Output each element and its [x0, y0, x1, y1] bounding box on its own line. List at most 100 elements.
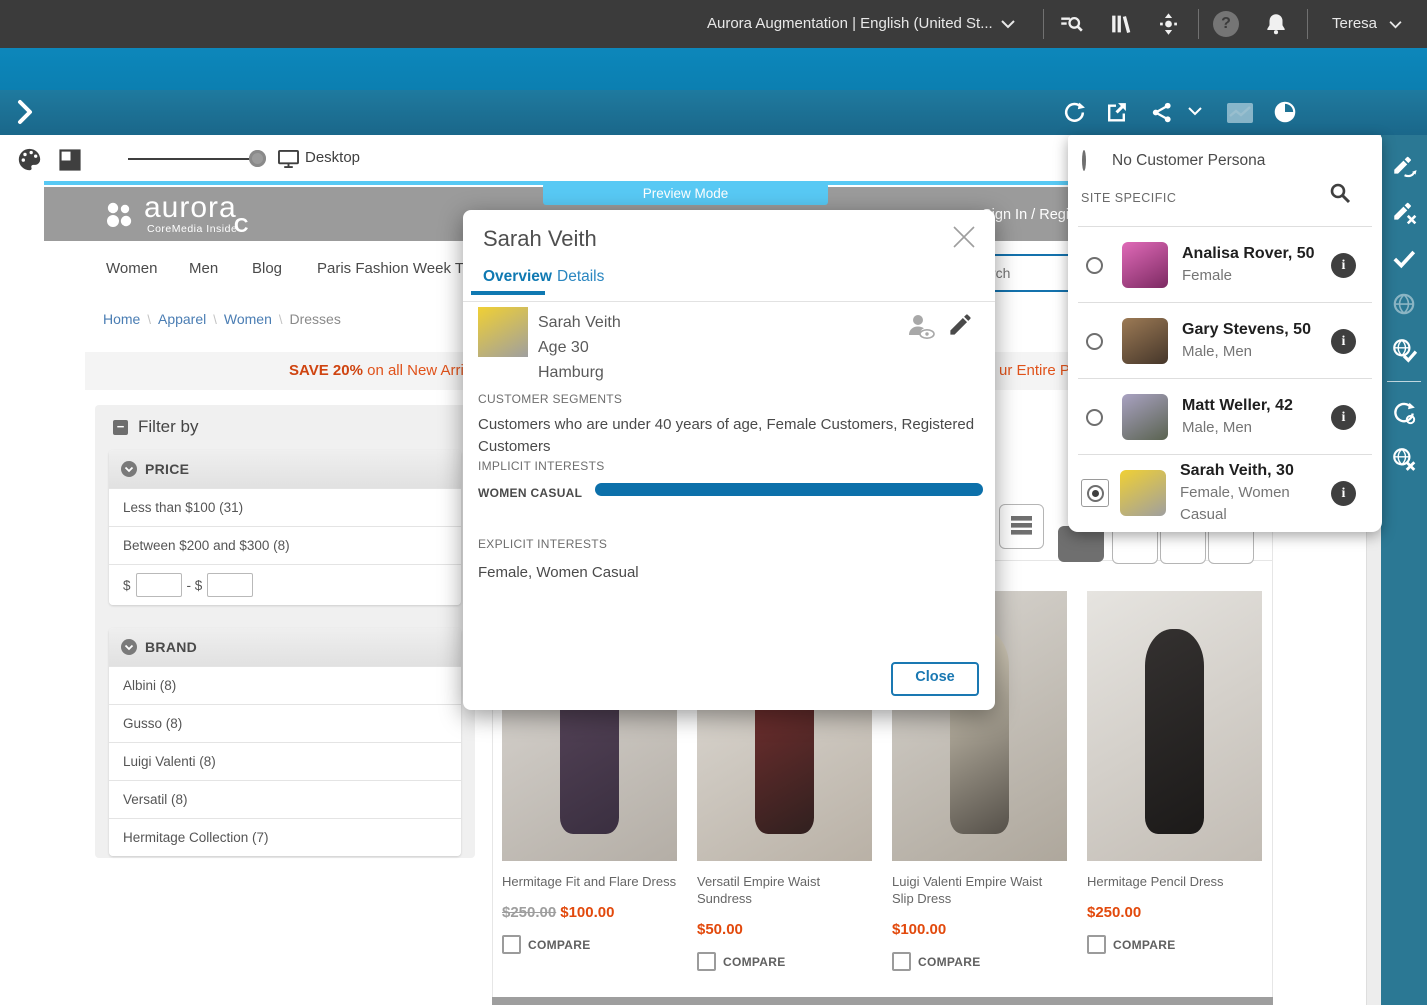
share-icon[interactable]	[1150, 100, 1175, 125]
persona-info-icon[interactable]: i	[1331, 329, 1356, 354]
grid-border	[1272, 500, 1273, 997]
filter-panel: − Filter by PRICE Less than $100 (31) Be…	[95, 405, 475, 858]
price-min-input[interactable]	[136, 573, 182, 597]
persona-avatar	[1122, 242, 1168, 288]
persona-radio[interactable]	[1086, 409, 1103, 426]
library-icon[interactable]	[1108, 11, 1133, 37]
persona-info-icon[interactable]: i	[1331, 481, 1356, 506]
top-bar: Aurora Augmentation | English (United St…	[0, 0, 1427, 48]
viewport-slider-thumb[interactable]	[249, 150, 266, 167]
coremedia-c-icon: C	[234, 215, 248, 238]
product-name[interactable]: Luigi Valenti Empire Waist Slip Dress	[892, 873, 1067, 907]
expand-panel-icon[interactable]	[14, 99, 36, 125]
breadcrumb-apparel[interactable]: Apparel	[158, 311, 206, 327]
filter-option[interactable]: Less than $100 (31)	[109, 488, 461, 526]
persona-radio-selected[interactable]	[1081, 479, 1109, 507]
localization-icon[interactable]	[1155, 10, 1182, 38]
globe-check-icon	[1391, 337, 1417, 363]
product-photo[interactable]	[1087, 591, 1262, 861]
compare-label: COMPARE	[1113, 938, 1176, 952]
compare-checkbox[interactable]	[892, 952, 911, 971]
user-menu[interactable]: Teresa	[1332, 0, 1377, 48]
compare-checkbox[interactable]	[502, 935, 521, 954]
persona-row-gary[interactable]: Gary Stevens, 50 Male, Men i	[1078, 302, 1372, 379]
filter-option[interactable]: Hermitage Collection (7)	[109, 818, 461, 856]
analytics-icon[interactable]	[1226, 102, 1254, 124]
filter-option[interactable]: Gusso (8)	[109, 704, 461, 742]
nav-item-women[interactable]: Women	[106, 260, 157, 277]
price-section-header[interactable]: PRICE	[109, 450, 461, 488]
nav-item-men[interactable]: Men	[189, 260, 218, 277]
persona-radio[interactable]	[1086, 257, 1103, 274]
persona-search-icon[interactable]	[1328, 181, 1352, 205]
product-name[interactable]: Versatil Empire Waist Sundress	[697, 873, 872, 907]
chevron-down-icon[interactable]	[1389, 20, 1402, 29]
logo-text[interactable]: aurora	[144, 191, 237, 225]
dialog-title: Sarah Veith	[483, 226, 597, 252]
close-button[interactable]: Close	[891, 662, 979, 696]
tab-overview[interactable]: Overview	[483, 268, 552, 286]
persona-preview-icon[interactable]	[906, 313, 938, 341]
refresh-icon[interactable]	[1062, 100, 1087, 125]
viewport-slider-track[interactable]	[128, 158, 258, 160]
list-view-button[interactable]	[999, 504, 1044, 549]
list-view-icon	[1011, 516, 1032, 535]
chevron-down-icon[interactable]	[1001, 19, 1015, 29]
persona-selector-panel: No Customer Persona SITE SPECIFIC Analis…	[1068, 135, 1382, 532]
filter-option[interactable]: Luigi Valenti (8)	[109, 742, 461, 780]
compare-checkbox[interactable]	[697, 952, 716, 971]
approve-publish-button[interactable]	[1381, 327, 1427, 373]
price-max-input[interactable]	[207, 573, 253, 597]
breadcrumb: Home\Apparel\Women\Dresses	[103, 311, 341, 329]
sidebar-divider	[1387, 381, 1421, 382]
filter-option[interactable]: Albini (8)	[109, 666, 461, 704]
product-name[interactable]: Hermitage Pencil Dress	[1087, 873, 1262, 890]
withdraw-button[interactable]	[1381, 436, 1427, 482]
edit-apply-button[interactable]	[1381, 143, 1427, 189]
filter-group-brand: BRAND Albini (8) Gusso (8) Luigi Valenti…	[109, 628, 461, 856]
workflow-sync-button[interactable]	[1381, 390, 1427, 436]
persona-radio[interactable]	[1086, 333, 1103, 350]
persona-row-sarah-selected[interactable]: Sarah Veith, 30 Female, Women Casual i	[1078, 454, 1372, 531]
open-in-new-window-icon[interactable]	[1104, 100, 1129, 125]
profile-age: Age 30	[538, 335, 589, 360]
close-icon[interactable]	[950, 223, 978, 251]
persona-row-matt[interactable]: Matt Weller, 42 Male, Men i	[1078, 378, 1372, 455]
preview-toolbar	[0, 90, 1427, 135]
persona-row-analisa[interactable]: Analisa Rover, 50 Female i	[1078, 226, 1372, 303]
layout-variant-icon[interactable]	[58, 148, 82, 172]
theme-palette-icon[interactable]	[16, 146, 43, 173]
edit-discard-button[interactable]	[1381, 189, 1427, 235]
product-name[interactable]: Hermitage Fit and Flare Dress	[502, 873, 677, 890]
edit-pencil-icon[interactable]	[947, 311, 974, 338]
nav-item-blog[interactable]: Blog	[252, 260, 282, 277]
compare-checkbox[interactable]	[1087, 935, 1106, 954]
filter-option[interactable]: Versatil (8)	[109, 780, 461, 818]
help-icon[interactable]: ?	[1213, 11, 1239, 37]
brand-section-header[interactable]: BRAND	[109, 628, 461, 666]
time-travel-clock-icon[interactable]	[1272, 99, 1298, 125]
aurora-logo-icon[interactable]	[102, 197, 138, 233]
segments-label: CUSTOMER SEGMENTS	[478, 392, 622, 406]
no-persona-label: No Customer Persona	[1112, 152, 1265, 170]
persona-info-icon[interactable]: i	[1331, 405, 1356, 430]
persona-info-icon[interactable]: i	[1331, 253, 1356, 278]
persona-name: Gary Stevens, 50	[1182, 319, 1331, 341]
chevron-down-icon[interactable]	[1188, 106, 1202, 116]
tab-details[interactable]: Details	[557, 268, 604, 286]
persona-traits: Female, Women Casual	[1180, 482, 1331, 526]
site-language-selector[interactable]: Aurora Augmentation | English (United St…	[707, 0, 993, 48]
profile-avatar	[478, 307, 528, 357]
no-persona-radio[interactable]	[1082, 152, 1086, 170]
approve-button[interactable]	[1381, 235, 1427, 281]
collapse-filter-icon[interactable]: −	[113, 420, 128, 435]
breadcrumb-women[interactable]: Women	[224, 311, 272, 327]
content-search-icon[interactable]	[1058, 11, 1084, 37]
publish-button-disabled[interactable]	[1381, 281, 1427, 327]
implicit-interest-name: WOMEN CASUAL	[478, 486, 582, 500]
breadcrumb-home[interactable]: Home	[103, 311, 140, 327]
check-icon	[1391, 245, 1417, 271]
implicit-label: IMPLICIT INTERESTS	[478, 459, 605, 473]
filter-option[interactable]: Between $200 and $300 (8)	[109, 526, 461, 564]
notifications-bell-icon[interactable]	[1263, 10, 1289, 38]
